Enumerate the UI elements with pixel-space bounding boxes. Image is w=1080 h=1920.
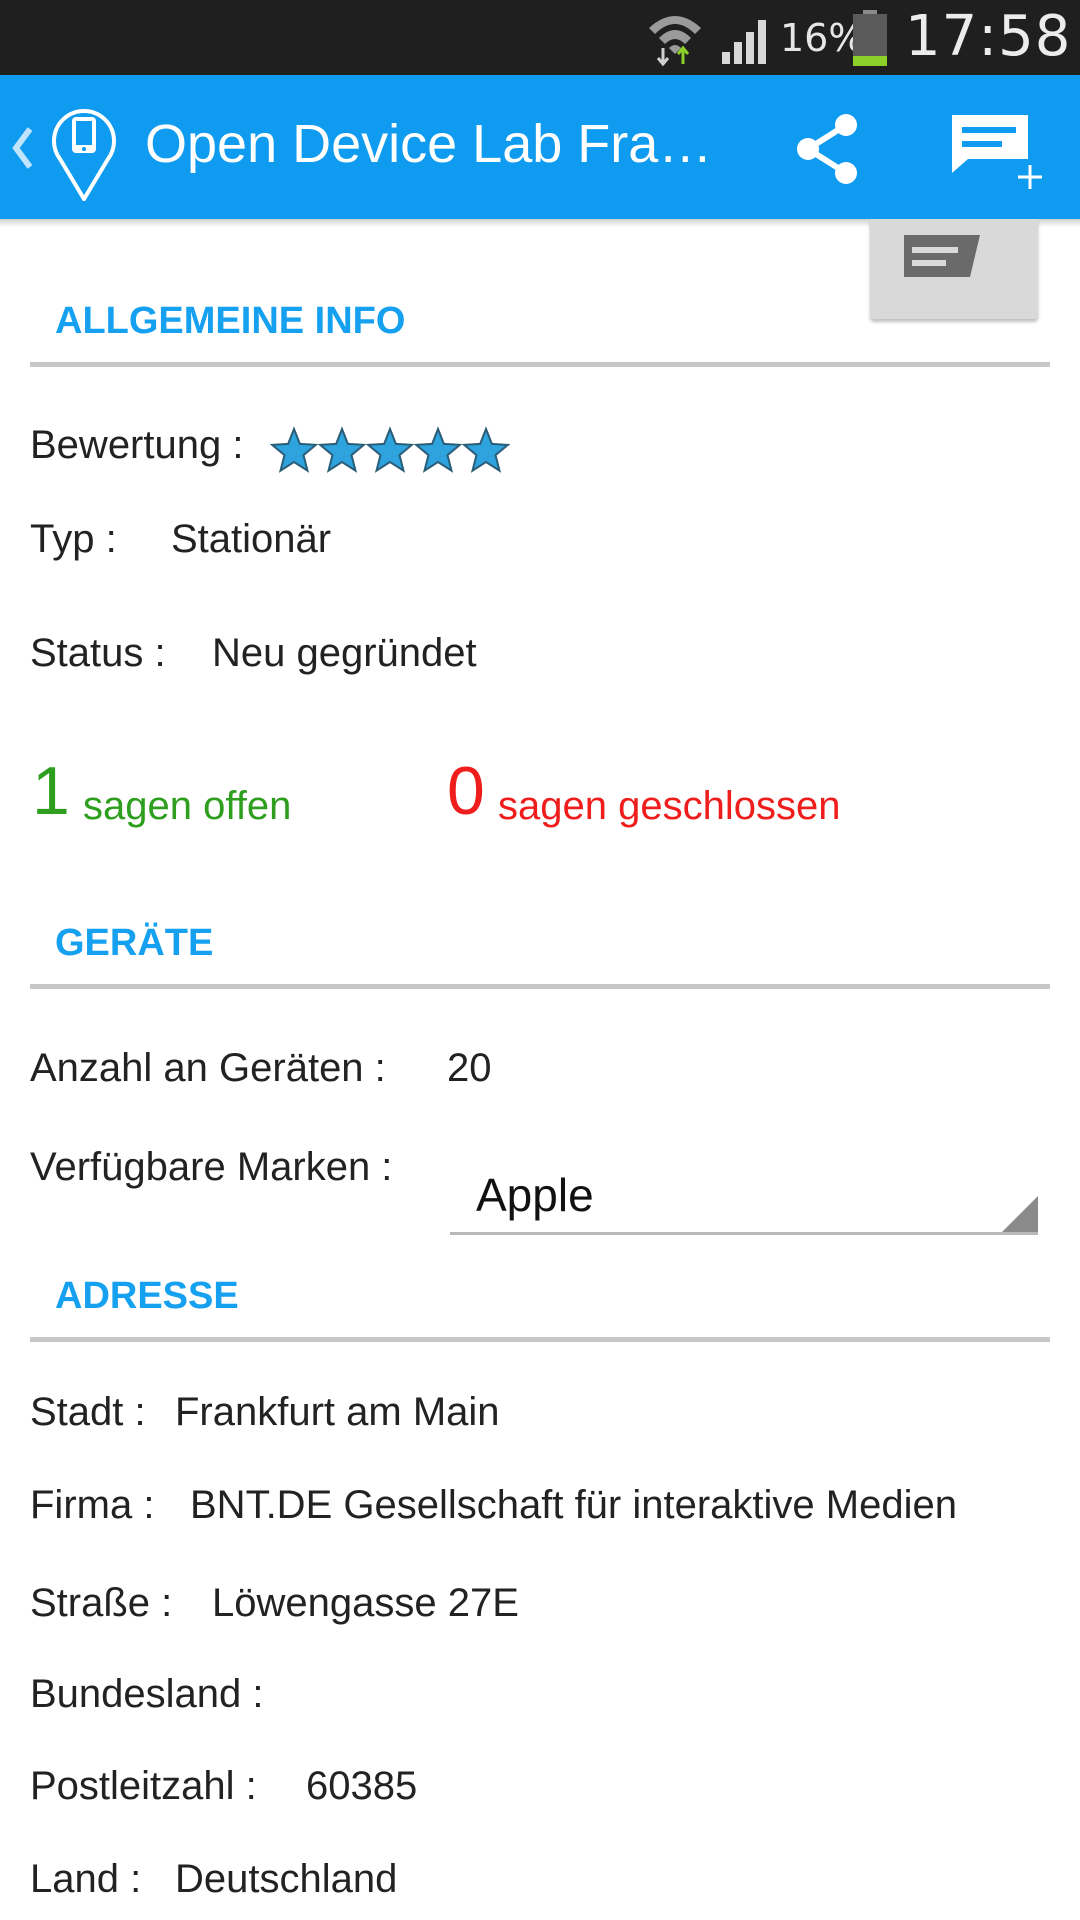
status-label: Status : [30,631,166,675]
section-heading-general: ALLGEMEINE INFO [55,300,406,342]
app-logo-icon[interactable] [48,101,120,201]
comment-button[interactable] [870,219,1038,319]
company-label: Firma : [30,1483,155,1527]
clock: 17:58 [905,4,1072,69]
dropdown-arrow-icon [1002,1196,1038,1232]
star-icon [365,426,415,473]
status-bar: 16% 17:58 [0,0,1080,75]
section-heading-address: ADRESSE [55,1275,239,1317]
section-divider [30,1337,1050,1342]
page-title: Open Device Lab Fran… [145,114,715,174]
comment-icon [904,235,980,277]
rating-label: Bewertung : [30,423,244,467]
star-icon [270,426,319,473]
section-divider [30,984,1050,989]
brands-selected-value: Apple [476,1169,594,1221]
signal-icon [722,20,766,64]
country-value: Deutschland [175,1857,398,1901]
street-value: Löwengasse 27E [212,1581,519,1625]
brands-label: Verfügbare Marken : [30,1145,393,1189]
street-label: Straße : [30,1581,173,1625]
star-icon [317,426,367,473]
company-value: BNT.DE Gesellschaft für interaktive Medi… [190,1483,957,1527]
wifi-icon [649,16,701,66]
city-label: Stadt : [30,1390,146,1434]
battery-icon [853,10,887,66]
closed-count-label: sagen geschlossen [498,784,841,828]
type-value: Stationär [171,517,332,561]
type-label: Typ : [30,517,117,561]
zip-label: Postleitzahl : [30,1764,257,1808]
brands-dropdown[interactable]: Apple [450,1160,1038,1235]
zip-value: 60385 [306,1764,418,1808]
city-value: Frankfurt am Main [175,1390,500,1434]
open-count-label: sagen offen [83,784,292,828]
state-label: Bundesland : [30,1672,264,1716]
back-chevron-icon[interactable] [10,125,36,171]
share-icon[interactable] [790,111,866,187]
open-count: 1 [32,753,70,829]
device-count-value: 20 [447,1046,492,1090]
star-icon [461,426,511,473]
star-icon [413,426,463,473]
closed-count: 0 [447,753,485,829]
device-count-label: Anzahl an Geräten : [30,1046,386,1090]
section-heading-devices: GERÄTE [55,922,214,964]
country-label: Land : [30,1857,142,1901]
action-bar: Open Device Lab Fran… [0,75,1080,219]
rating-stars [270,426,511,473]
section-divider [30,362,1050,367]
add-comment-icon[interactable] [948,111,1048,191]
status-value: Neu gegründet [212,631,477,675]
